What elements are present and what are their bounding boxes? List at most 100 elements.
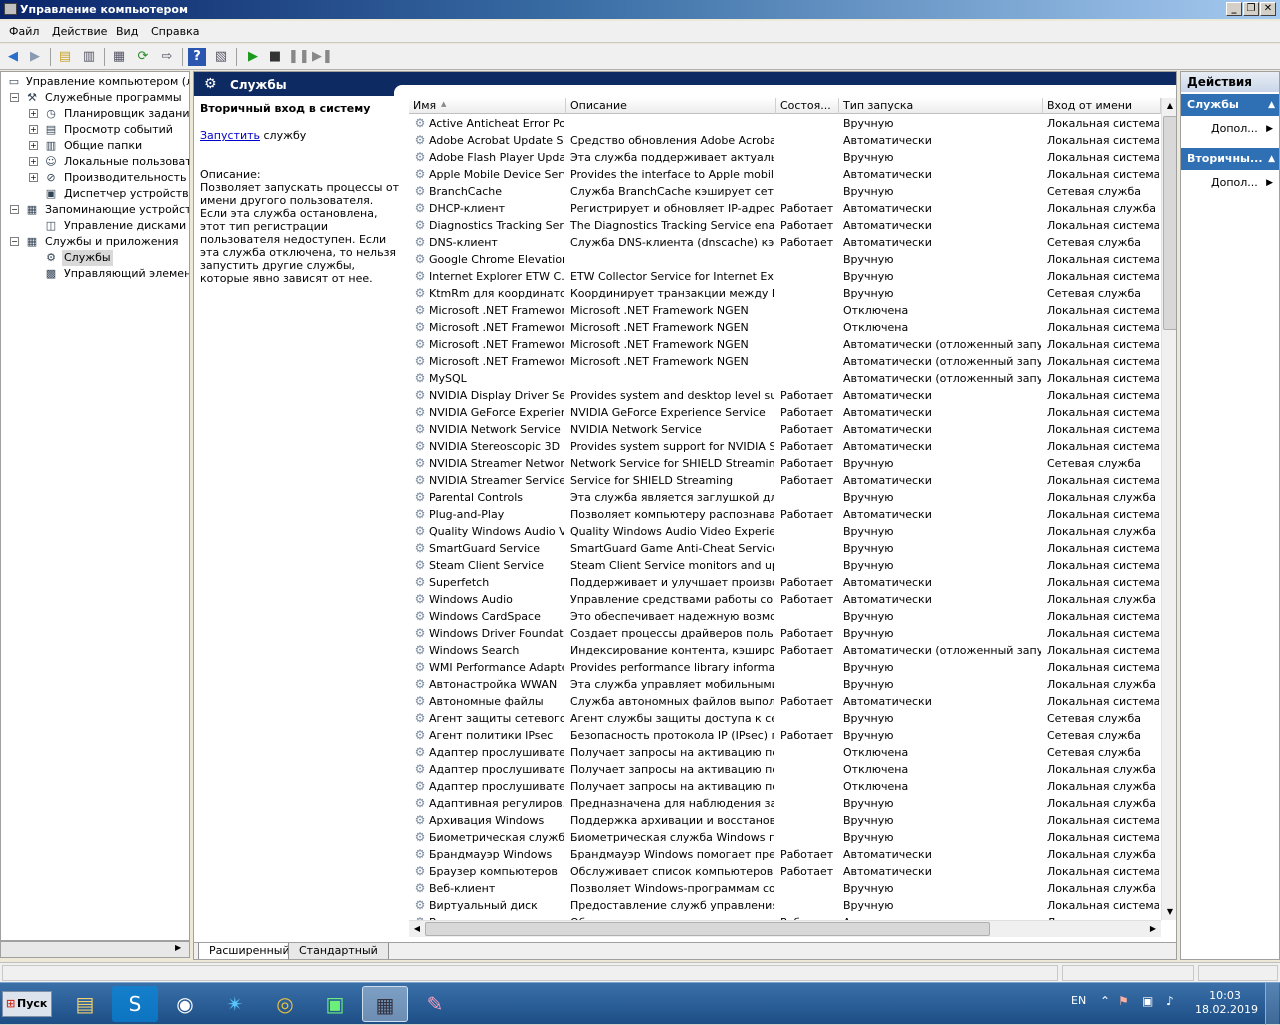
scroll-left-icon[interactable]: ◀ <box>409 921 425 937</box>
battlenet-icon[interactable]: ✴ <box>212 986 258 1022</box>
horizontal-scroll-thumb[interactable] <box>425 922 990 936</box>
collapse-icon[interactable]: − <box>10 205 19 214</box>
collapse-icon[interactable]: ▲ <box>1268 148 1275 170</box>
col-logon-as-header[interactable]: Вход от имени <box>1043 98 1161 114</box>
service-row[interactable]: ⚙ Веб-клиент Позволяет Windows-программам … <box>409 880 1161 897</box>
volume-icon[interactable]: ♪ <box>1166 994 1174 1008</box>
up-folder-icon[interactable]: ▤ <box>56 48 74 66</box>
scroll-right-icon[interactable]: ▶ <box>175 943 181 952</box>
col-description-header[interactable]: Описание <box>566 98 776 114</box>
service-row[interactable]: ⚙ Plug-and-Play Позволяет компьютеру распо… <box>409 506 1161 523</box>
service-row[interactable]: ⚙ Steam Client Service Steam Client Servic… <box>409 557 1161 574</box>
help-icon[interactable]: ? <box>188 48 206 66</box>
forward-icon[interactable]: ▶ <box>26 48 44 66</box>
menu-action[interactable]: Действие <box>52 25 107 38</box>
col-status-header[interactable]: Состоя... <box>776 98 839 114</box>
service-row[interactable]: ⚙ Windows Search Индексирование контента, … <box>409 642 1161 659</box>
col-startup-type-header[interactable]: Тип запуска <box>839 98 1043 114</box>
tree-node[interactable]: + ◷ Планировщик заданий <box>1 106 189 122</box>
tree-node[interactable]: + ▥ Общие папки <box>1 138 189 154</box>
service-row[interactable]: ⚙Google Chrome Elevation ... Вручную Локал… <box>409 251 1161 268</box>
stop-service-icon[interactable]: ■ <box>266 48 284 66</box>
properties-icon[interactable]: ▦ <box>110 48 128 66</box>
back-icon[interactable]: ◀ <box>4 48 22 66</box>
skype-icon[interactable]: S <box>112 986 158 1022</box>
service-row[interactable]: ⚙ Adobe Acrobat Update S... Средство обнов… <box>409 132 1161 149</box>
close-button[interactable]: ✕ <box>1260 2 1276 16</box>
service-row[interactable]: ⚙Quality Windows Audio Vi... Quality Wind… <box>409 523 1161 540</box>
service-row[interactable]: ⚙ Adobe Flash Player Upda... Эта служба по… <box>409 149 1161 166</box>
tree-node[interactable]: − ▦ Службы и приложения <box>1 234 189 250</box>
service-row[interactable]: ⚙ NVIDIA Streamer Service Service for SHIE… <box>409 472 1161 489</box>
expand-icon[interactable]: + <box>29 125 38 134</box>
more-actions-services[interactable]: Допол... ▶ <box>1181 119 1279 139</box>
show-hide-tree-icon[interactable]: ▥ <box>80 48 98 66</box>
export-list-icon[interactable]: ⇨ <box>158 48 176 66</box>
service-row[interactable]: ⚙ Адаптер прослушивате... Получает запросы… <box>409 761 1161 778</box>
actions-section-services[interactable]: Службы ▲ <box>1181 94 1279 116</box>
scroll-up-icon[interactable]: ▲ <box>1162 98 1176 114</box>
service-row[interactable]: ⚙ Автонастройка WWAN Эта служба управляет … <box>409 676 1161 693</box>
col-name-header[interactable]: Имя <box>409 98 566 114</box>
expand-icon[interactable]: + <box>29 173 38 182</box>
network-icon[interactable]: ▣ <box>1142 994 1153 1008</box>
service-row[interactable]: ⚙ KtmRm для координато... Координирует тра… <box>409 285 1161 302</box>
tree-node[interactable]: − ▦ Запоминающие устройства <box>1 202 189 218</box>
start-service-icon[interactable]: ▶ <box>244 48 262 66</box>
service-row[interactable]: ⚙ Брандмауэр Windows Брандмауэр Windows по… <box>409 846 1161 863</box>
actions-section-secondary-logon[interactable]: Вторичны... ▲ <box>1181 148 1279 170</box>
tree-node[interactable]: + ⊘ Производительность <box>1 170 189 186</box>
service-row[interactable]: ⚙ NVIDIA Streamer Networ... Network Servic… <box>409 455 1161 472</box>
refresh-icon[interactable]: ⟳ <box>134 48 152 66</box>
tree-node[interactable]: + ▤ Просмотр событий <box>1 122 189 138</box>
service-row[interactable]: ⚙ NVIDIA Network Service NVIDIA Network Se… <box>409 421 1161 438</box>
collapse-icon[interactable]: − <box>10 237 19 246</box>
service-row[interactable]: ⚙ Архивация Windows Поддержка архивации и … <box>409 812 1161 829</box>
menu-view[interactable]: Вид <box>116 25 138 38</box>
tree-horizontal-scrollbar[interactable]: ▶ <box>0 941 190 958</box>
service-row[interactable]: ⚙ WMI Performance Adapter Provides perform… <box>409 659 1161 676</box>
tab-standard[interactable]: Стандартный <box>288 943 389 959</box>
service-row[interactable]: ⚙ Parental Controls Эта служба является за… <box>409 489 1161 506</box>
tree-node[interactable]: − ⚒ Служебные программы <box>1 90 189 106</box>
service-row[interactable]: ⚙ Microsoft .NET Framewor... Microsoft .NE… <box>409 319 1161 336</box>
pause-service-icon[interactable]: ❚❚ <box>288 48 310 66</box>
service-row[interactable]: ⚙ NVIDIA Stereoscopic 3D ... Provides syst… <box>409 438 1161 455</box>
show-hidden-icons-icon[interactable]: ⌃ <box>1100 994 1110 1008</box>
service-row[interactable]: ⚙ DHCP-клиент Регистрирует и обновляет IP-… <box>409 200 1161 217</box>
horizontal-scrollbar[interactable]: ◀ ▶ <box>409 920 1161 937</box>
service-row[interactable]: ⚙ Windows CardSpace Это обеспечивает надеж… <box>409 608 1161 625</box>
service-row[interactable]: ⚙ Браузер компьютеров Обслуживает список к… <box>409 863 1161 880</box>
service-row[interactable]: ⚙Diagnostics Tracking Service The Diagnos… <box>409 217 1161 234</box>
service-row[interactable]: ⚙ Адаптивная регулиров... Предназначена дл… <box>409 795 1161 812</box>
tree-node[interactable]: + ☺ Локальные пользовател <box>1 154 189 170</box>
explorer-icon[interactable]: ▤ <box>62 986 108 1022</box>
service-row[interactable]: ⚙ Автономные файлы Служба автономных файло… <box>409 693 1161 710</box>
vertical-scrollbar[interactable]: ▲ ▼ <box>1161 98 1176 920</box>
service-row[interactable]: ⚙ BranchCache Служба BranchCache кэширует … <box>409 183 1161 200</box>
service-row[interactable]: ⚙ Адаптер прослушивате... Получает запросы… <box>409 744 1161 761</box>
service-row[interactable]: ⚙ Internet Explorer ETW C... ETW Collector… <box>409 268 1161 285</box>
service-row[interactable]: ⚙ Microsoft .NET Framewor... Microsoft .NE… <box>409 302 1161 319</box>
vertical-scroll-thumb[interactable] <box>1163 116 1176 330</box>
service-row[interactable]: ⚙ Windows Audio Управление средствами рабо… <box>409 591 1161 608</box>
menu-help[interactable]: Справка <box>151 25 199 38</box>
clock[interactable]: 10:03 18.02.2019 <box>1195 989 1258 1017</box>
action-pane-icon[interactable]: ▧ <box>212 48 230 66</box>
more-actions-secondary-logon[interactable]: Допол... ▶ <box>1181 173 1279 193</box>
service-row[interactable]: ⚙Биометрическая служба... Биометрическая … <box>409 829 1161 846</box>
performance-monitor-icon[interactable]: ▣ <box>312 986 358 1022</box>
service-row[interactable]: ⚙ Виртуальный диск Предоставление служб уп… <box>409 897 1161 914</box>
collapse-icon[interactable]: ▲ <box>1268 94 1275 116</box>
start-button[interactable]: ⊞ Пуск <box>2 991 52 1017</box>
scroll-down-icon[interactable]: ▼ <box>1162 904 1176 920</box>
service-row[interactable]: ⚙ Адаптер прослушивате... Получает запросы… <box>409 778 1161 795</box>
service-row[interactable]: ⚙ Active Anticheat Error Po... Вручную Лока… <box>409 115 1161 132</box>
tree-node[interactable]: ▭ Управление компьютером (локал <box>1 74 189 90</box>
restart-service-icon[interactable]: ▶❚ <box>312 48 333 66</box>
restore-button[interactable]: ❐ <box>1243 2 1259 16</box>
minimize-button[interactable]: _ <box>1226 2 1242 16</box>
service-row[interactable]: ⚙ Microsoft .NET Framewor... Microsoft .NE… <box>409 353 1161 370</box>
service-row[interactable]: ⚙ MySQL Автоматически (отложенный запуск) Л… <box>409 370 1161 387</box>
computer-management-icon[interactable]: ▦ <box>362 986 408 1022</box>
